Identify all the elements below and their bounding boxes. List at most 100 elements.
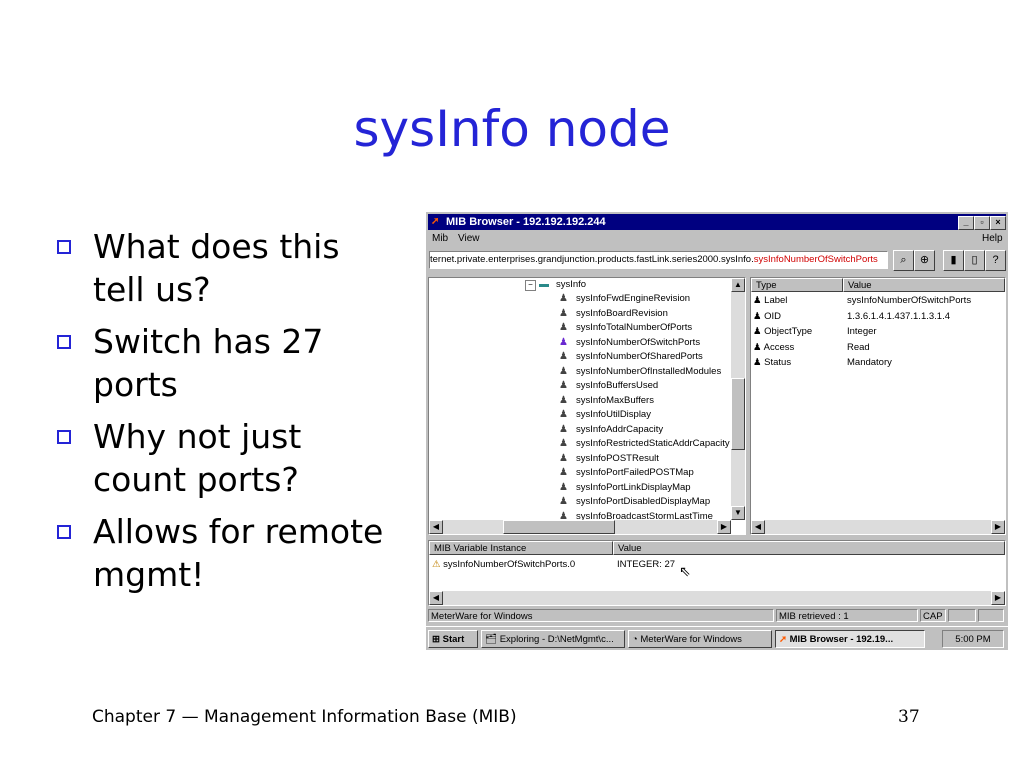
- prop-value: sysInfoNumberOfSwitchPorts: [847, 295, 972, 306]
- bullet-list: What does this tell us? Switch has 27 po…: [55, 225, 400, 605]
- bullet-item: What does this tell us?: [55, 225, 400, 311]
- bullet-box-icon: [57, 240, 71, 254]
- windows-logo-icon: ⊞: [432, 634, 443, 645]
- window-title: MIB Browser - 192.192.192.244: [446, 216, 606, 228]
- close-button[interactable]: ×: [990, 216, 1006, 230]
- leaf-node-icon: ♟: [559, 481, 568, 493]
- get-icon[interactable]: ▮: [943, 250, 964, 271]
- page-number: 37: [898, 707, 920, 727]
- column-header-value[interactable]: Value: [843, 278, 1005, 292]
- menu-help[interactable]: Help: [982, 232, 1003, 246]
- bullet-item: Allows for remote mgmt!: [55, 510, 400, 596]
- tree-item[interactable]: ♟ sysInfoPOSTResult: [559, 452, 659, 466]
- prop-type: ♟ OID: [753, 310, 782, 322]
- tree-item[interactable]: ♟ sysInfoPortLinkDisplayMap: [559, 481, 691, 495]
- instance-horizontal-scrollbar[interactable]: ◀ ▶: [429, 591, 1005, 605]
- prop-type: ♟ ObjectType: [753, 326, 813, 337]
- scroll-thumb[interactable]: [503, 520, 615, 534]
- oid-path-field[interactable]: ternet.private.enterprises.grandjunction…: [429, 251, 888, 269]
- task-mib-browser[interactable]: ➚ MIB Browser - 192.19...: [775, 630, 925, 648]
- prop-type: ♟ Label: [753, 295, 788, 306]
- maximize-button[interactable]: ▫: [974, 216, 990, 230]
- instance-name[interactable]: ⚠ sysInfoNumberOfSwitchPorts.0: [432, 557, 575, 572]
- tree-item[interactable]: ♟ sysInfoNumberOfSharedPorts: [559, 350, 703, 364]
- instance-icon: ⚠: [432, 559, 444, 570]
- scroll-down-icon[interactable]: ▼: [731, 506, 745, 520]
- scroll-right-icon[interactable]: ▶: [991, 591, 1005, 605]
- folder-icon: ▬: [539, 279, 549, 290]
- leaf-node-icon: ♟: [559, 322, 568, 333]
- search-icon[interactable]: ⌕: [893, 250, 914, 271]
- tree-item[interactable]: ♟ sysInfoAddrCapacity: [559, 423, 663, 437]
- task-meterware[interactable]: ◔ MeterWare for Windows: [628, 630, 772, 648]
- start-button[interactable]: ⊞ Start: [428, 630, 478, 648]
- prop-type: ♟ Access: [753, 341, 795, 353]
- scroll-thumb[interactable]: [731, 378, 745, 450]
- status-message: MIB retrieved : 1: [776, 609, 918, 622]
- leaf-node-icon: ♟: [559, 394, 568, 406]
- task-exploring[interactable]: 🗂 Exploring - D:\NetMgmt\c...: [481, 630, 625, 648]
- instance-value: INTEGER: 27: [617, 559, 676, 570]
- leaf-node-icon: ♟: [559, 351, 568, 362]
- mib-browser-icon: ➚: [779, 634, 790, 645]
- properties-panel: Type Value ♟ Label sysInfoNumberOfSwitch…: [750, 277, 1006, 535]
- help-icon[interactable]: ?: [985, 250, 1006, 271]
- tree-item[interactable]: ♟ sysInfoBoardRevision: [559, 307, 668, 321]
- leaf-node-icon: ♟: [559, 452, 568, 464]
- mib-browser-window: ➚ MIB Browser - 192.192.192.244 _ ▫ × Mi…: [426, 212, 1008, 650]
- tree-vertical-scrollbar[interactable]: ▲ ▼: [731, 278, 745, 520]
- delete-icon[interactable]: ▯: [964, 250, 985, 271]
- scroll-right-icon[interactable]: ▶: [717, 520, 731, 534]
- tree-item[interactable]: ♟ sysInfoPortFailedPOSTMap: [559, 466, 694, 480]
- scroll-left-icon[interactable]: ◀: [429, 591, 443, 605]
- menu-view[interactable]: View: [458, 232, 480, 246]
- status-app: MeterWare for Windows: [428, 609, 774, 622]
- scroll-left-icon[interactable]: ◀: [429, 520, 443, 534]
- slide-title: sysInfo node: [353, 100, 671, 158]
- minimize-button[interactable]: _: [958, 216, 974, 230]
- property-icon: ♟: [753, 357, 765, 368]
- properties-horizontal-scrollbar[interactable]: ◀ ▶: [751, 520, 1005, 534]
- app-icon: ➚: [431, 216, 440, 227]
- mib-tree-panel: − ▬ sysInfo ♟ sysInfoFwdEngineRevision ♟ sys…: [428, 277, 746, 535]
- tree-item[interactable]: ♟ sysInfoMaxBuffers: [559, 394, 654, 408]
- taskbar: ⊞ Start 🗂 Exploring - D:\NetMgmt\c... ◔ …: [426, 626, 1008, 650]
- tree-item-selected[interactable]: ♟ sysInfoNumberOfSwitchPorts: [559, 336, 700, 350]
- bullet-box-icon: [57, 430, 71, 444]
- explorer-icon: 🗂: [485, 634, 500, 645]
- tree-horizontal-scrollbar[interactable]: ◀ ▶: [429, 520, 731, 534]
- tree-item[interactable]: ♟ sysInfoBuffersUsed: [559, 379, 658, 393]
- column-header-instance[interactable]: MIB Variable Instance: [429, 541, 613, 555]
- tree-item[interactable]: ♟ sysInfoRestrictedStaticAddrCapacity: [559, 437, 730, 451]
- tree-item[interactable]: ♟ sysInfoUtilDisplay: [559, 408, 651, 422]
- window-titlebar[interactable]: ➚ MIB Browser - 192.192.192.244 _ ▫ ×: [428, 214, 1006, 230]
- tree-item[interactable]: ♟ sysInfoPortDisabledDisplayMap: [559, 495, 710, 509]
- status-empty: [948, 609, 976, 622]
- zoom-icon[interactable]: ⊕: [914, 250, 935, 271]
- tree-item[interactable]: ♟ sysInfoNumberOfInstalledModules: [559, 365, 721, 379]
- prop-value: Read: [847, 341, 870, 353]
- taskbar-clock: 5:00 PM: [942, 630, 1004, 648]
- prop-value: 1.3.6.1.4.1.437.1.1.3.1.4: [847, 310, 951, 322]
- leaf-node-icon: ♟: [559, 409, 568, 420]
- column-header-instance-value[interactable]: Value: [613, 541, 1005, 555]
- property-icon: ♟: [753, 326, 765, 337]
- leaf-node-icon: ♟: [559, 293, 568, 304]
- leaf-node-icon: ♟: [559, 380, 568, 391]
- tree-item[interactable]: ♟ sysInfoFwdEngineRevision: [559, 292, 690, 306]
- scroll-left-icon[interactable]: ◀: [751, 520, 765, 534]
- scroll-right-icon[interactable]: ▶: [991, 520, 1005, 534]
- property-icon: ♟: [753, 341, 764, 353]
- leaf-node-icon: ♟: [559, 467, 568, 478]
- collapse-icon[interactable]: −: [525, 280, 536, 291]
- scroll-up-icon[interactable]: ▲: [731, 278, 745, 292]
- leaf-node-icon: ♟: [559, 365, 568, 377]
- leaf-node-icon: ♟: [559, 307, 568, 319]
- tree-item[interactable]: ♟ sysInfoTotalNumberOfPorts: [559, 321, 692, 335]
- leaf-node-icon: ♟: [559, 423, 568, 435]
- column-header-type[interactable]: Type: [751, 278, 843, 292]
- tree-root-sysinfo[interactable]: − ▬ sysInfo: [525, 278, 586, 292]
- menu-mib[interactable]: Mib: [432, 232, 448, 246]
- leaf-node-icon: ♟: [559, 336, 568, 348]
- bullet-item: Switch has 27 ports: [55, 320, 400, 406]
